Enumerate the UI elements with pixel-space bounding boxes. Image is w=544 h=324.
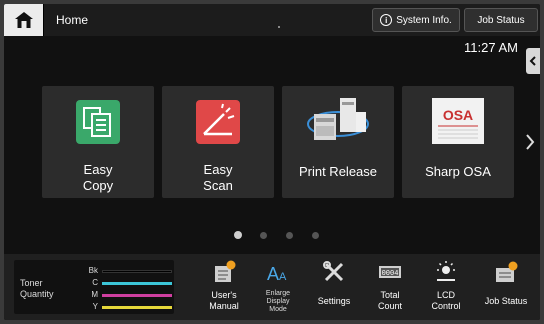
side-panel-tab[interactable] [526,48,540,74]
bottom-bar: Toner Quantity Bk C M Y User's Manual A … [4,254,540,320]
bb-label: Enlarge Display Mode [250,290,306,314]
copy-icon [76,100,120,144]
osa-logo-icon: OSA [432,98,484,144]
toner-label: C [92,278,98,287]
page-title: Home [56,13,89,27]
info-icon: i [380,14,393,26]
page-dot-1[interactable] [234,231,242,239]
toner-label: M [91,290,98,299]
page-indicator [4,231,540,242]
tile-label: Sharp OSA [425,164,491,179]
toner-bar-black [102,270,172,273]
bb-label-line1: Enlarge [265,290,291,297]
counter-icon: 0004 [379,266,401,278]
svg-text:OSA: OSA [443,107,473,123]
bb-label: Settings [317,296,351,306]
svg-text:0004: 0004 [382,270,399,278]
tile-print-release[interactable]: Print Release [282,86,394,198]
toner-label: Bk [88,266,98,275]
home-icon [14,12,33,28]
svg-text:A: A [279,271,287,283]
bb-label-line3: Mode [269,306,287,313]
total-count-button[interactable]: 0004 Total Count [366,260,414,318]
tile-easy-scan[interactable]: Easy Scan [162,86,274,198]
system-info-label: System Info. [396,14,452,26]
home-button[interactable] [4,4,44,36]
status-dot [278,26,280,28]
toner-bar-magenta [102,294,172,297]
toner-row-c: C [72,278,172,288]
bb-label-line1: Total [380,290,400,300]
next-page-button[interactable] [522,130,538,154]
settings-button[interactable]: Settings [310,260,358,318]
users-manual-button[interactable]: User's Manual [200,260,248,318]
top-bar: Home i System Info. Job Status [4,4,540,36]
tile-easy-copy[interactable]: Easy Copy [42,86,154,198]
scan-icon [196,100,240,144]
bb-label: Total Count [362,290,418,312]
chevron-right-icon [526,134,535,150]
bb-label: LCD Control [418,290,474,312]
tile-label-line1: Easy [83,162,113,177]
system-info-button[interactable]: i System Info. [372,8,460,32]
page-dot-2[interactable] [260,232,267,239]
bb-label: Job Status [484,296,528,306]
bb-label-line2: Display [266,298,290,305]
tile-label-line1: Easy [203,162,233,177]
bb-label-line1: LCD [436,290,455,300]
chevron-left-icon [529,56,536,66]
bb-label-line2: Count [377,301,403,311]
tile-label-line2: Copy [82,178,114,193]
clock: 11:27 AM [464,40,518,55]
tile-sharp-osa[interactable]: OSA Sharp OSA [402,86,514,198]
toner-title-line2: Quantity [20,289,54,299]
manual-icon [215,260,236,282]
job-status-button[interactable]: Job Status [464,8,538,32]
control-panel-screen: Home i System Info. Job Status 11:27 AM … [4,4,540,320]
enlarge-text-icon: A A [267,264,287,284]
lcd-control-button[interactable]: LCD Control [422,260,470,318]
toner-quantity-panel[interactable]: Toner Quantity Bk C M Y [14,260,174,314]
brightness-icon [437,261,455,281]
page-dot-4[interactable] [312,232,319,239]
bb-label-line2: Manual [209,301,239,311]
settings-tools-icon [323,261,344,282]
toner-title-line1: Toner [20,278,43,288]
bb-label: User's Manual [196,290,252,312]
toner-row-y: Y [72,302,172,312]
page-dot-3[interactable] [286,232,293,239]
printer-icon [307,98,369,140]
toner-label: Y [92,302,98,311]
tile-label-line2: Scan [203,178,233,193]
bb-label-line1: User's [211,290,237,300]
job-status-icon [496,261,518,282]
enlarge-display-mode-button[interactable]: A A Enlarge Display Mode [254,260,302,318]
svg-text:A: A [267,264,279,284]
job-status-label: Job Status [477,14,525,26]
job-status-bottom-button[interactable]: Job Status [482,260,530,318]
toner-title: Toner Quantity [20,278,54,300]
bb-label-line2: Control [431,301,461,311]
tile-label: Print Release [298,164,378,179]
toner-bar-cyan [102,282,172,285]
toner-bar-yellow [102,306,172,309]
toner-row-bk: Bk [72,266,172,276]
toner-row-m: M [72,290,172,300]
